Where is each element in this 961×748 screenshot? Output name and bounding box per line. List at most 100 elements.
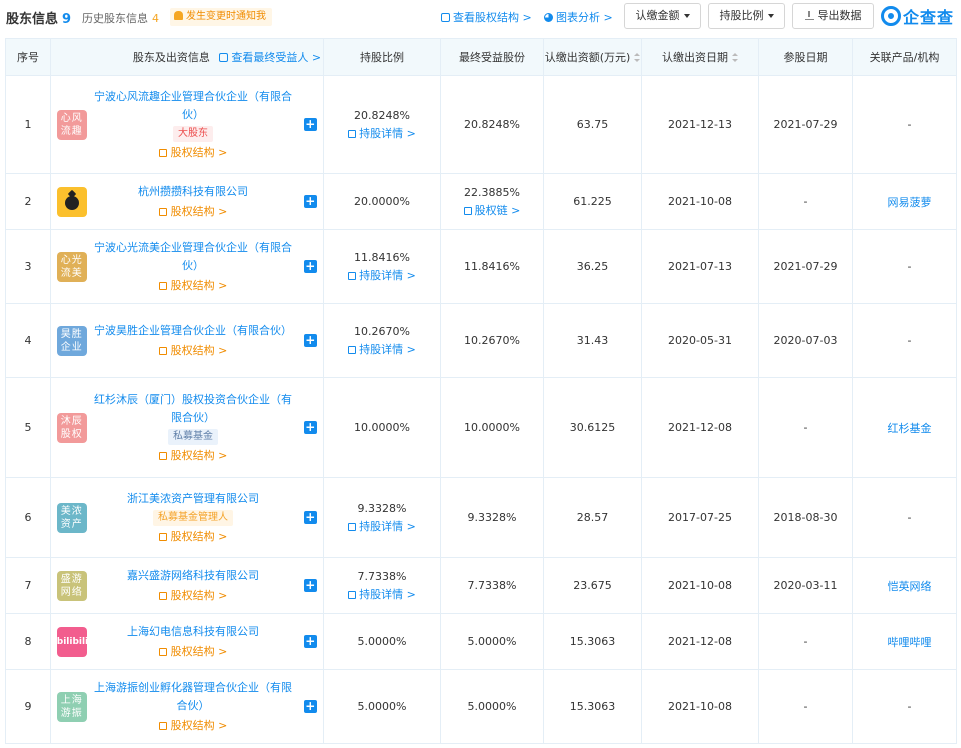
plus-icon[interactable]: + xyxy=(303,260,317,273)
final-share-cell: 9.3328% xyxy=(440,477,545,558)
holding-detail-link[interactable]: 持股详情 > xyxy=(324,267,440,285)
equity-icon xyxy=(158,452,167,460)
final-share-value: 20.8248% xyxy=(464,117,520,131)
final-share-value: 5.0000% xyxy=(467,699,517,713)
related-product[interactable]: 网易菠萝 xyxy=(888,196,932,209)
equity-structure-link[interactable]: 股权结构 > xyxy=(93,644,294,660)
amount-filter-button[interactable]: 认缴金额 xyxy=(624,3,701,29)
related-product[interactable]: 红杉基金 xyxy=(888,422,932,435)
ratio-value: 5.0000% xyxy=(357,699,407,713)
equity-chain-link[interactable]: 股权链 > xyxy=(441,202,543,220)
plus-icon[interactable]: + xyxy=(303,334,317,347)
company-name-link[interactable]: 杭州攒攒科技有限公司 xyxy=(93,183,294,201)
tab-history-shareholders[interactable]: 历史股东信息 4 xyxy=(82,10,159,26)
export-button[interactable]: 导出数据 xyxy=(792,3,874,29)
view-structure-link[interactable]: 查看股权结构 > xyxy=(441,9,532,25)
col-date[interactable]: 认缴出资日期 xyxy=(641,38,760,76)
final-share-cell: 20.8248% xyxy=(440,75,545,174)
ratio-filter-button[interactable]: 持股比例 xyxy=(708,3,785,29)
company-name-link[interactable]: 红杉沐辰（厦门）股权投资合伙企业（有限合伙） xyxy=(93,391,294,427)
logo-cell: 沐辰 股权 xyxy=(50,377,93,478)
detail-icon xyxy=(348,271,357,280)
company-tag: 大股东 xyxy=(173,126,213,142)
equity-structure-link[interactable]: 股权结构 > xyxy=(93,718,294,734)
holding-detail-link[interactable]: 持股详情 > xyxy=(324,518,440,536)
company-name-link[interactable]: 宁波心风流趣企业管理合伙企业（有限合伙） xyxy=(93,88,294,124)
equity-icon xyxy=(158,722,167,730)
chart-analysis-label: 图表分析 > xyxy=(556,11,613,24)
related-product[interactable]: 恺英网络 xyxy=(888,580,932,593)
equity-icon xyxy=(158,208,167,216)
ratio-value: 10.0000% xyxy=(354,420,410,434)
plus-icon[interactable]: + xyxy=(303,421,317,434)
holding-detail-label: 持股详情 > xyxy=(359,587,416,601)
equity-structure-link[interactable]: 股权结构 > xyxy=(93,204,294,220)
ratio-cell: 9.3328% 持股详情 > xyxy=(323,477,442,558)
date-cell: 2021-07-13 xyxy=(641,229,760,304)
shareholder-table: 序号 股东及出资信息 查看最终受益人 > 持股比例 最终受益股份 认缴出资额(万… xyxy=(5,38,958,744)
equity-icon xyxy=(158,533,167,541)
detail-icon xyxy=(348,522,357,531)
related-cell: 红杉基金 xyxy=(852,377,958,478)
row-index: 3 xyxy=(5,229,51,304)
plus-cell: + xyxy=(297,229,325,304)
join-date-cell: - xyxy=(758,669,854,744)
equity-structure-link[interactable]: 股权结构 > xyxy=(93,145,294,161)
equity-structure-link[interactable]: 股权结构 > xyxy=(93,278,294,294)
chart-analysis-link[interactable]: 图表分析 > xyxy=(544,9,613,25)
col-join-date: 参股日期 xyxy=(758,38,854,76)
equity-structure-link[interactable]: 股权结构 > xyxy=(93,588,294,604)
company-name-link[interactable]: 上海游振创业孵化器管理合伙企业（有限合伙） xyxy=(93,679,294,715)
name-cell: 红杉沐辰（厦门）股权投资合伙企业（有限合伙） 私募基金 股权结构 > xyxy=(92,377,298,478)
related-cell: - xyxy=(852,229,958,304)
logo-cell: bilibili xyxy=(50,613,93,670)
final-share-value: 22.3885% xyxy=(464,185,520,199)
equity-structure-link[interactable]: 股权结构 > xyxy=(93,529,294,545)
plus-icon[interactable]: + xyxy=(303,579,317,592)
related-product: - xyxy=(907,334,912,347)
final-share-cell: 10.0000% xyxy=(440,377,545,478)
holding-detail-link[interactable]: 持股详情 > xyxy=(324,341,440,359)
related-product[interactable]: 哔哩哔哩 xyxy=(888,636,932,649)
date-cell: 2021-10-08 xyxy=(641,669,760,744)
view-beneficiary-link[interactable]: 查看最终受益人 > xyxy=(219,51,321,64)
company-name-link[interactable]: 宁波心光流美企业管理合伙企业（有限合伙） xyxy=(93,239,294,275)
amount-cell: 23.675 xyxy=(543,557,643,614)
change-notify-button[interactable]: 发生变更时通知我 xyxy=(170,8,272,26)
join-date-cell: 2020-07-03 xyxy=(758,303,854,378)
plus-icon[interactable]: + xyxy=(303,635,317,648)
join-date-cell: 2020-03-11 xyxy=(758,557,854,614)
plus-icon[interactable]: + xyxy=(303,118,317,131)
plus-icon[interactable]: + xyxy=(303,195,317,208)
equity-structure-link[interactable]: 股权结构 > xyxy=(93,343,294,359)
col-amount-label: 认缴出资额(万元) xyxy=(544,51,631,64)
brand-name: 企查查 xyxy=(903,8,955,27)
plus-icon[interactable]: + xyxy=(303,700,317,713)
logo-cell: 心风 流趣 xyxy=(50,75,93,174)
plus-cell: + xyxy=(297,377,325,478)
ratio-value: 20.8248% xyxy=(354,108,410,122)
company-name-link[interactable]: 浙江美浓资产管理有限公司 xyxy=(93,490,294,508)
equity-structure-label: 股权结构 > xyxy=(170,530,228,543)
ratio-cell: 5.0000% xyxy=(323,613,442,670)
sort-icon[interactable] xyxy=(732,53,739,62)
company-name-link[interactable]: 嘉兴盛游网络科技有限公司 xyxy=(93,567,294,585)
col-amount[interactable]: 认缴出资额(万元) xyxy=(543,38,643,76)
table-body: 1 心风 流趣 宁波心风流趣企业管理合伙企业（有限合伙） 大股东 股权结构 > +20.8… xyxy=(5,75,958,744)
name-cell: 宁波心光流美企业管理合伙企业（有限合伙） 股权结构 > xyxy=(92,229,298,304)
company-name-link[interactable]: 上海幻电信息科技有限公司 xyxy=(93,623,294,641)
row-index: 6 xyxy=(5,477,51,558)
table-row: 6 美浓 资产 浙江美浓资产管理有限公司 私募基金管理人 股权结构 > +9.3328% 持… xyxy=(5,477,958,558)
sort-icon[interactable] xyxy=(634,53,641,62)
holding-detail-link[interactable]: 持股详情 > xyxy=(324,586,440,604)
amount-cell: 31.43 xyxy=(543,303,643,378)
company-name-link[interactable]: 宁波昊胜企业管理合伙企业（有限合伙） xyxy=(93,322,294,340)
amount-cell: 15.3063 xyxy=(543,613,643,670)
plus-cell: + xyxy=(297,173,325,230)
date-cell: 2017-07-25 xyxy=(641,477,760,558)
plus-icon[interactable]: + xyxy=(303,511,317,524)
ratio-cell: 20.0000% xyxy=(323,173,442,230)
equity-structure-link[interactable]: 股权结构 > xyxy=(93,448,294,464)
holding-detail-link[interactable]: 持股详情 > xyxy=(324,125,440,143)
tab-shareholders[interactable]: 股东信息 9 xyxy=(6,8,71,27)
